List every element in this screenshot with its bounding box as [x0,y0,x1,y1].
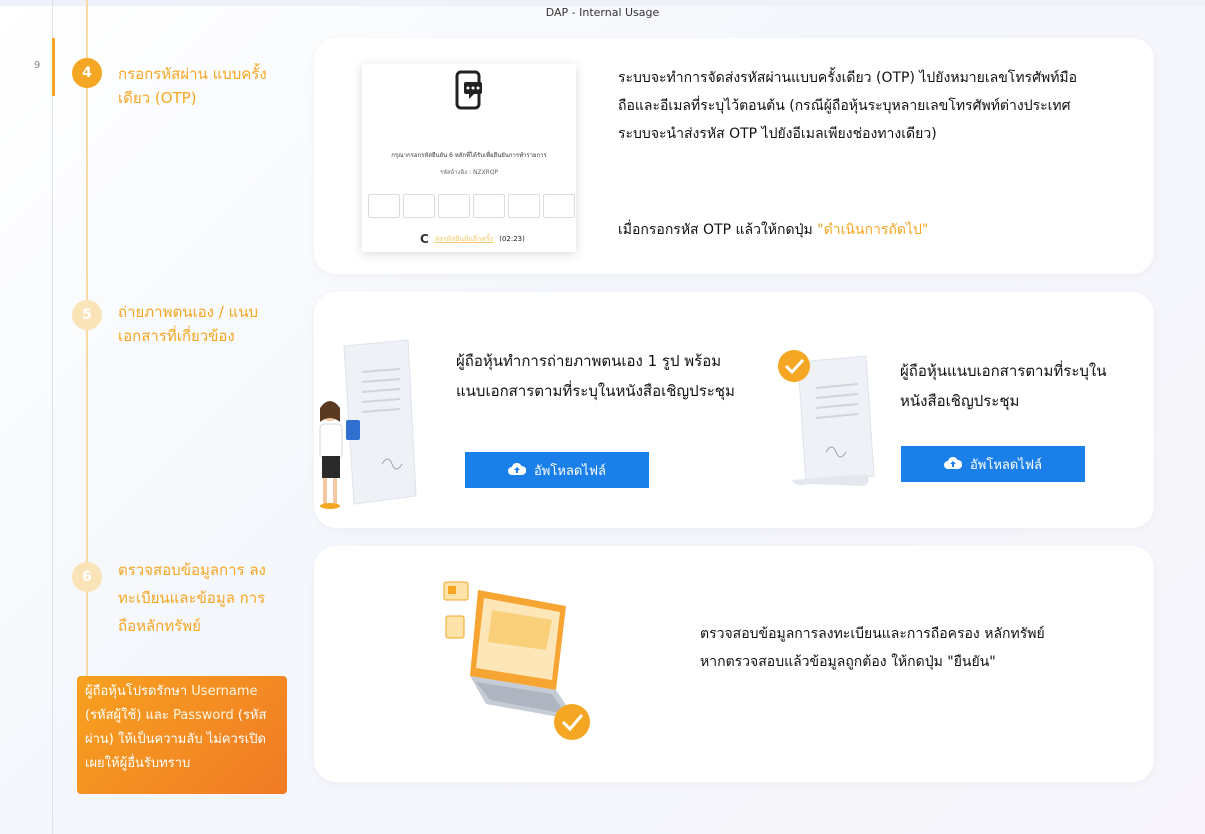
otp-digit-input[interactable] [473,194,505,218]
step-5-left-description: ผู้ถือหุ้นทำการถ่ายภาพตนเอง 1 รูป พร้อมแ… [456,352,735,400]
otp-resend-link[interactable]: ส่งรหัสยืนยันอีกครั้ง [435,234,493,245]
step-6-number: 6 [72,562,102,592]
laptop-check-illustration [443,581,590,740]
phone-chat-icon [453,70,485,114]
cloud-upload-icon [507,462,527,479]
step-5-title: ถ่ายภาพตนเอง / แนบเอกสารที่เกี่ยวข้อง [118,303,258,345]
left-rule-marker [52,38,55,96]
refresh-icon[interactable]: C [420,232,429,246]
cloud-upload-icon [943,456,963,473]
selfie-document-illustration [319,339,417,509]
step-4-description: ระบบจะทำการจัดส่งรหัสผ่านแบบครั้งเดียว (… [618,70,1078,142]
otp-form-preview: กรุณากรอกรหัสยืนยัน 6 หลักที่ได้รับเพื่อ… [362,64,576,252]
otp-reference: รหัสอ้างอิง : NZXRQP [439,169,499,176]
left-rule [52,0,53,834]
document-check-illustration [778,350,875,486]
otp-digit-input[interactable] [368,194,400,218]
step-6-description: ตรวจสอบข้อมูลการลงทะเบียนและการถือครอง ห… [700,626,1045,670]
step-5-number: 5 [72,300,102,330]
security-note: ผู้ถือหุ้นโปรดรักษา Username (รหัสผู้ใช้… [77,676,287,794]
otp-digit-input[interactable] [543,194,575,218]
otp-resend-row: C ส่งรหัสยืนยันอีกครั้ง (02:23) [420,232,525,246]
upload-document-label: อัพโหลดไฟล์ [969,456,1043,472]
timeline-line [86,0,88,700]
step-4-instruction: เมื่อกรอกรหัส OTP แล้วให้กดปุ่ม "ดำเนินก… [618,216,1078,244]
step-4-number: 4 [72,58,102,88]
note-username: Username [191,684,258,699]
otp-digit-input[interactable] [403,194,435,218]
step-4-title: กรอกรหัสผ่าน แบบครั้งเดียว (OTP) [118,65,267,107]
next-step-action: "ดำเนินการถัดไป" [817,222,929,238]
note-text-2: (รหัสผู้ใช้) และ [85,708,174,723]
step-5-right-description: ผู้ถือหุ้นแนบเอกสารตามที่ระบุใน หนังสือเ… [900,362,1107,410]
step-6-title: ตรวจสอบข้อมูลการ ลงทะเบียนและข้อมูล การถ… [118,561,266,635]
otp-digit-input[interactable] [438,194,470,218]
page-number: 9 [34,60,41,71]
step-4-instruction-text: เมื่อกรอกรหัส OTP แล้วให้กดปุ่ม [618,222,818,238]
upload-document-button[interactable]: อัพโหลดไฟล์ [901,446,1085,482]
otp-digit-input[interactable] [508,194,540,218]
upload-selfie-label: อัพโหลดไฟล์ [533,462,607,478]
note-password: Password [173,708,234,723]
header-label: DAP - Internal Usage [545,6,660,19]
otp-form-title: กรุณากรอกรหัสยืนยัน 6 หลักที่ได้รับเพื่อ… [391,152,547,159]
otp-input-group [368,194,575,218]
upload-selfie-button[interactable]: อัพโหลดไฟล์ [465,452,649,488]
note-text-1: ผู้ถือหุ้นโปรดรักษา [85,684,192,699]
otp-timer: (02:23) [499,235,525,243]
